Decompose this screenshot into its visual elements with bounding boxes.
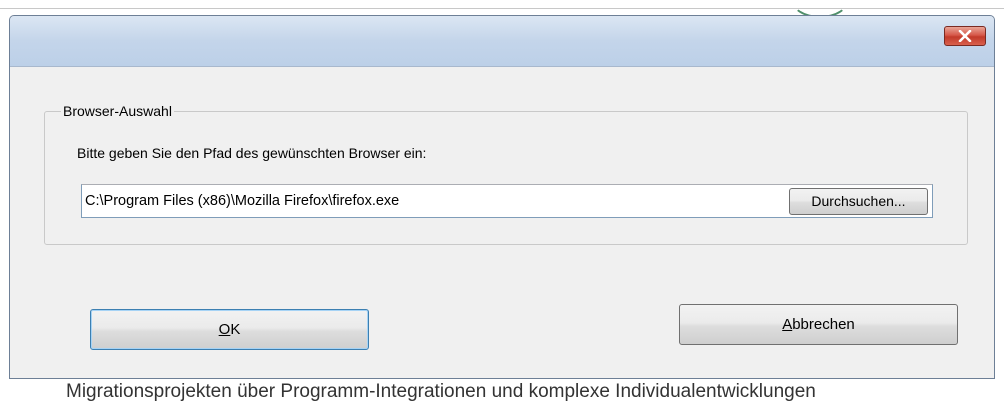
background-divider: [0, 8, 1004, 9]
close-icon: [958, 30, 972, 42]
browser-path-value: C:\Program Files (x86)\Mozilla Firefox\f…: [85, 193, 400, 209]
dialog-client-area: Browser-Auswahl Bitte geben Sie den Pfad…: [10, 67, 994, 378]
cancel-mnemonic: A: [782, 316, 793, 333]
cancel-button[interactable]: Abbrechen: [679, 304, 958, 345]
ok-mnemonic: O: [218, 321, 231, 338]
title-bar[interactable]: [10, 16, 994, 67]
group-title: Browser-Auswahl: [61, 103, 174, 119]
ok-label: K: [230, 321, 241, 338]
browser-selection-group: Browser-Auswahl Bitte geben Sie den Pfad…: [44, 103, 968, 245]
browse-button[interactable]: Durchsuchen...: [789, 188, 928, 215]
close-button[interactable]: [944, 26, 986, 46]
background-text: Migrationsprojekten über Programm-Integr…: [66, 381, 816, 402]
ok-button[interactable]: OK: [90, 309, 369, 350]
browser-path-prompt: Bitte geben Sie den Pfad des gewünschten…: [77, 145, 427, 161]
dialog-window: Browser-Auswahl Bitte geben Sie den Pfad…: [9, 15, 995, 379]
cancel-label: bbrechen: [792, 316, 855, 333]
